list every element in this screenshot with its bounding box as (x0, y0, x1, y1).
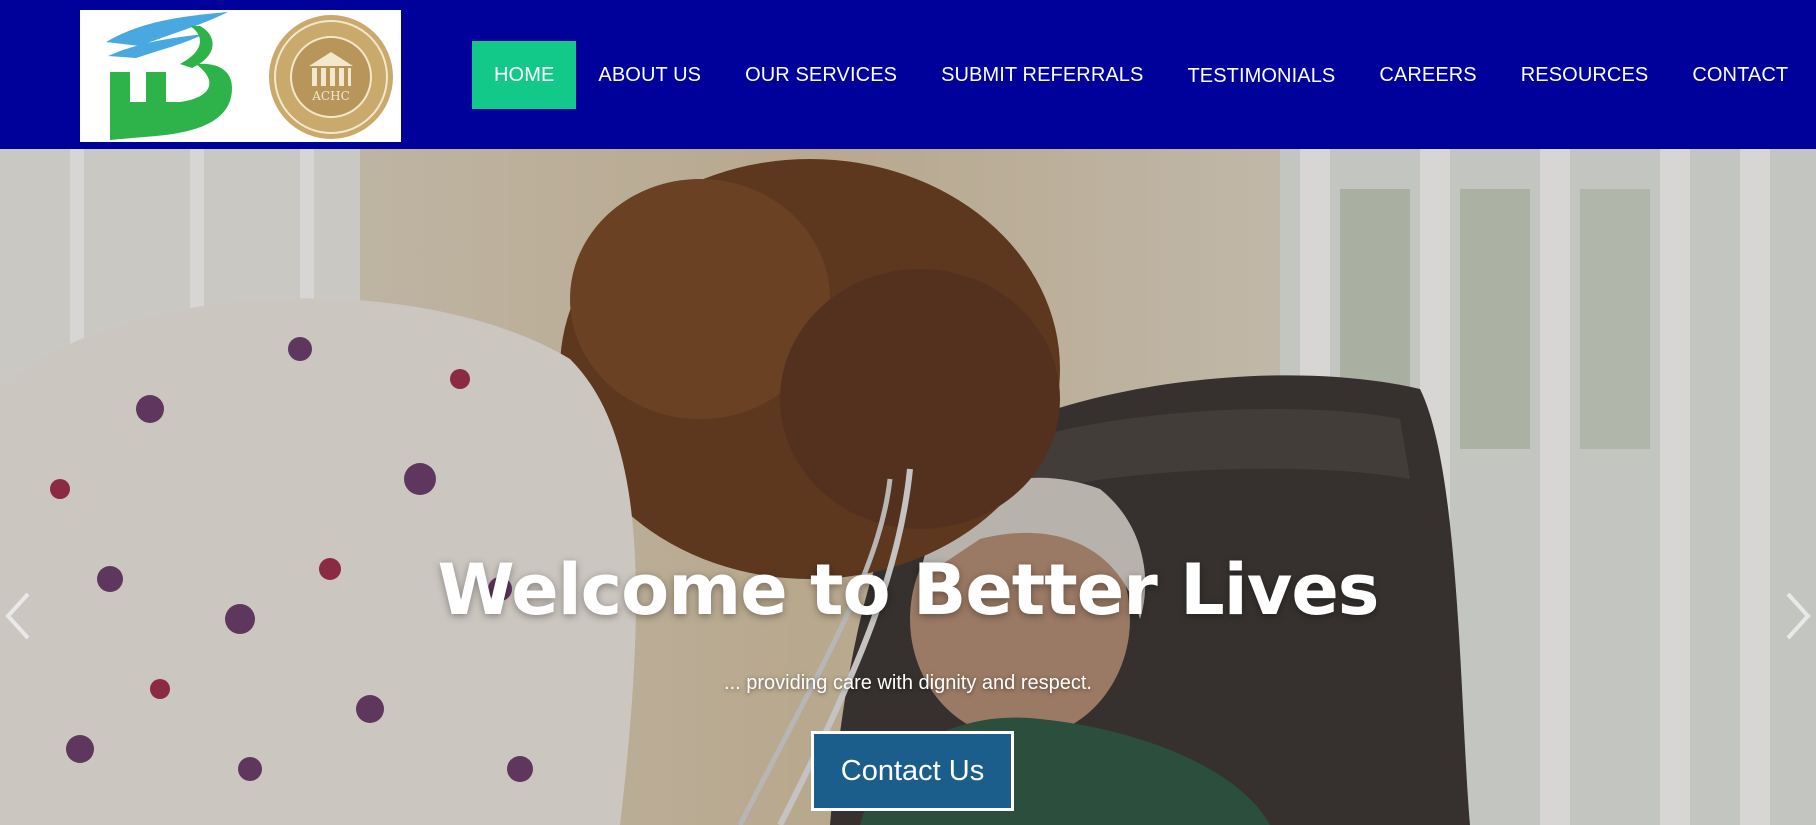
hero-overlay (0, 149, 1816, 825)
nav-submit-referrals[interactable]: SUBMIT REFERRALS (919, 41, 1165, 109)
logo-area[interactable]: ACHC (80, 10, 401, 142)
nav-careers[interactable]: CAREERS (1357, 41, 1498, 109)
nav-contact[interactable]: CONTACT (1670, 41, 1810, 109)
nav-about-us[interactable]: ABOUT US (576, 41, 723, 109)
hero-title: Welcome to Better Lives (437, 549, 1380, 631)
site-header: ACHC HOME ABOUT US OUR SERVICES SUBMIT R… (0, 0, 1816, 149)
nav-testimonials[interactable]: TESTIMONIALS (1165, 41, 1357, 109)
achc-seal-icon: ACHC (269, 15, 393, 139)
nav-home[interactable]: HOME (472, 41, 577, 109)
hero-subtitle: ... providing care with dignity and resp… (724, 672, 1092, 694)
better-lives-logo-icon (106, 12, 232, 140)
main-nav: HOME ABOUT US OUR SERVICES SUBMIT REFERR… (472, 41, 1810, 109)
svg-text:ACHC: ACHC (311, 89, 350, 103)
hero-slider: Welcome to Better Lives ... providing ca… (0, 149, 1816, 825)
nav-our-services[interactable]: OUR SERVICES (723, 41, 919, 109)
contact-us-button[interactable]: Contact Us (811, 731, 1014, 811)
nav-resources[interactable]: RESOURCES (1499, 41, 1671, 109)
